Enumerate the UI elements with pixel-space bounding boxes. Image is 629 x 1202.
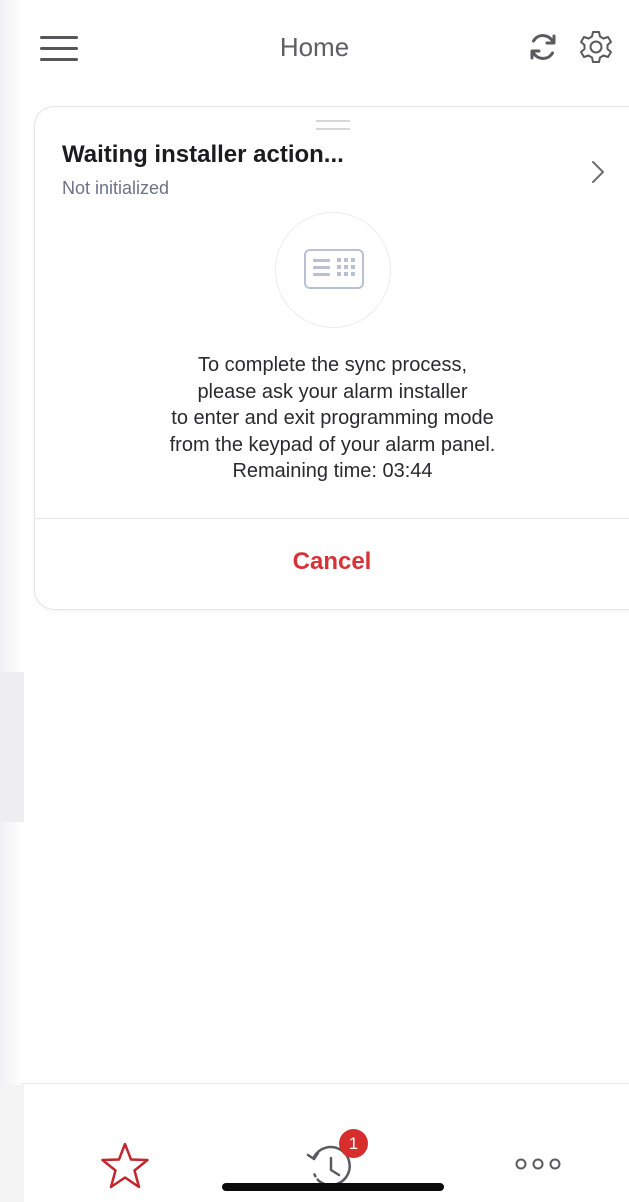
left-edge-band-bottom [0, 1085, 24, 1202]
instruction-line: from the keypad of your alarm panel. [169, 433, 496, 456]
chevron-right-icon[interactable] [588, 158, 608, 186]
card-title: Waiting installer action... [62, 141, 344, 168]
instruction-line: please ask your alarm installer [197, 380, 468, 403]
sync-instructions: To complete the sync process, please ask… [60, 352, 605, 485]
home-indicator[interactable] [222, 1183, 444, 1191]
sync-icon[interactable] [526, 30, 560, 64]
drag-handle[interactable] [316, 118, 350, 132]
tabbar-divider [22, 1083, 629, 1084]
instruction-line: to enter and exit programming mode [171, 407, 494, 429]
header-bar: Home [0, 0, 629, 96]
left-edge-strip [0, 0, 22, 1202]
cancel-button[interactable]: Cancel [35, 548, 629, 576]
keypad-icon [303, 248, 365, 290]
left-edge-band [0, 672, 24, 822]
star-icon[interactable] [99, 1141, 151, 1191]
notification-badge: 1 [339, 1129, 368, 1158]
remaining-time: Remaining time: 03:44 [232, 460, 433, 482]
more-dots-icon[interactable] [514, 1157, 562, 1171]
instruction-line: To complete the sync process, [197, 354, 467, 376]
card-subtitle: Not initialized [62, 178, 170, 198]
gear-icon[interactable] [578, 29, 614, 65]
card-divider [35, 518, 629, 519]
